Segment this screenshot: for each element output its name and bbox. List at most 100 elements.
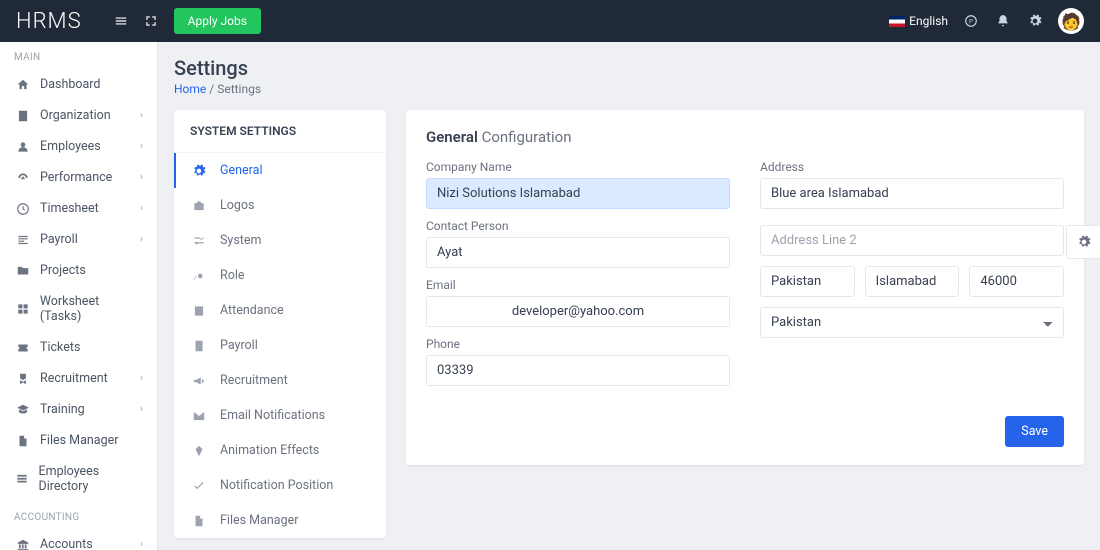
sidebar-item-label: Employees xyxy=(40,139,101,154)
settings-nav-attendance[interactable]: Attendance xyxy=(174,293,386,328)
sidebar-item-files-manager[interactable]: Files Manager xyxy=(0,425,157,456)
chevron-right-icon: › xyxy=(140,373,143,384)
settings-nav-notification-position[interactable]: Notification Position xyxy=(174,468,386,503)
topbar: HRMS Apply Jobs English P 🧑 xyxy=(0,0,1100,42)
settings-nav-label: Logos xyxy=(220,198,254,213)
horn-icon xyxy=(192,374,212,388)
country-select[interactable]: Pakistan xyxy=(760,307,1064,338)
sidebar: MAIN Dashboard Organization › Employees › Per… xyxy=(0,42,158,550)
phone-input[interactable] xyxy=(426,355,730,386)
sidebar-item-dashboard[interactable]: Dashboard xyxy=(0,69,157,100)
company-name-input[interactable] xyxy=(426,178,730,209)
sidebar-item-label: Dashboard xyxy=(40,77,100,92)
sidebar-item-label: Files Manager xyxy=(40,433,118,448)
settings-nav-head: SYSTEM SETTINGS xyxy=(174,110,386,153)
breadcrumb-current: Settings xyxy=(217,82,261,96)
ticket-icon xyxy=(14,341,32,355)
settings-nav-label: Notification Position xyxy=(220,478,333,493)
language-selector[interactable]: English xyxy=(889,14,948,28)
avatar[interactable]: 🧑 xyxy=(1058,8,1084,34)
settings-nav-general[interactable]: General xyxy=(174,153,386,188)
address-input[interactable] xyxy=(760,178,1064,209)
settings-nav-logos[interactable]: Logos xyxy=(174,188,386,223)
gauge-icon xyxy=(14,171,32,185)
gear-icon xyxy=(192,164,212,178)
chevron-right-icon: › xyxy=(140,110,143,121)
sliders-icon xyxy=(192,234,212,248)
settings-nav-label: System xyxy=(220,233,261,248)
chevron-right-icon: › xyxy=(140,404,143,415)
apply-jobs-button[interactable]: Apply Jobs xyxy=(174,8,261,34)
email-input[interactable] xyxy=(426,296,730,327)
file-icon xyxy=(14,434,32,448)
sidebar-item-label: Organization xyxy=(40,108,111,123)
panel-title: General Configuration xyxy=(426,128,1064,146)
sidebar-item-label: Tickets xyxy=(40,340,80,355)
breadcrumb-home[interactable]: Home xyxy=(174,82,206,96)
home-icon xyxy=(14,78,32,92)
bank-icon xyxy=(14,538,32,550)
sidebar-item-payroll[interactable]: Payroll › xyxy=(0,224,157,255)
sidebar-item-training[interactable]: Training› xyxy=(0,394,157,425)
sidebar-item-performance[interactable]: Performance› xyxy=(0,162,157,193)
sidebar-item-label: Accounts xyxy=(40,537,93,550)
building-icon xyxy=(14,109,32,123)
key-icon xyxy=(192,269,212,283)
zip-input[interactable] xyxy=(969,266,1064,297)
bell-icon[interactable] xyxy=(994,12,1012,30)
sidebar-item-organization[interactable]: Organization › xyxy=(0,100,157,131)
sidebar-item-worksheet-tasks-[interactable]: Worksheet (Tasks) xyxy=(0,286,157,332)
floating-settings-icon[interactable] xyxy=(1066,225,1100,259)
sidebar-item-employees[interactable]: Employees › xyxy=(0,131,157,162)
settings-nav-email-notifications[interactable]: Email Notifications xyxy=(174,398,386,433)
help-icon[interactable]: P xyxy=(962,12,980,30)
settings-nav-label: Role xyxy=(220,268,245,283)
settings-nav-label: Payroll xyxy=(220,338,258,353)
settings-nav-label: Email Notifications xyxy=(220,408,325,423)
address2-input[interactable] xyxy=(760,225,1064,256)
settings-nav: SYSTEM SETTINGS General Logos System Role At… xyxy=(174,110,386,538)
badge-icon xyxy=(14,372,32,386)
diamond-icon xyxy=(192,444,212,458)
sidebar-item-recruitment[interactable]: Recruitment› xyxy=(0,363,157,394)
camera-icon xyxy=(192,199,212,213)
sidebar-item-accounts[interactable]: Accounts › xyxy=(0,529,157,550)
sidebar-item-label: Payroll xyxy=(40,232,78,247)
chevron-right-icon: › xyxy=(140,539,143,550)
gear-icon[interactable] xyxy=(1026,12,1044,30)
clock-icon xyxy=(14,202,32,216)
doc-icon xyxy=(192,514,212,528)
contact-person-input[interactable] xyxy=(426,237,730,268)
settings-nav-label: Attendance xyxy=(220,303,284,318)
stack-icon xyxy=(14,472,31,486)
sidebar-item-projects[interactable]: Projects xyxy=(0,255,157,286)
main-content: Settings Home / Settings SYSTEM SETTINGS… xyxy=(158,42,1100,550)
city-input[interactable] xyxy=(865,266,960,297)
sidebar-item-label: Performance xyxy=(40,170,112,185)
brand-logo: HRMS xyxy=(16,9,82,34)
settings-nav-files-manager[interactable]: Files Manager xyxy=(174,503,386,538)
chevron-right-icon: › xyxy=(140,141,143,152)
sidebar-heading-main: MAIN xyxy=(0,42,157,69)
fullscreen-icon[interactable] xyxy=(140,10,162,32)
settings-nav-label: Animation Effects xyxy=(220,443,319,458)
country-input[interactable] xyxy=(760,266,855,297)
save-button[interactable]: Save xyxy=(1005,416,1064,447)
settings-nav-role[interactable]: Role xyxy=(174,258,386,293)
folder-icon xyxy=(14,264,32,278)
chevron-right-icon: › xyxy=(140,234,143,245)
settings-nav-animation-effects[interactable]: Animation Effects xyxy=(174,433,386,468)
settings-nav-recruitment[interactable]: Recruitment xyxy=(174,363,386,398)
sidebar-item-tickets[interactable]: Tickets xyxy=(0,332,157,363)
menu-toggle-icon[interactable] xyxy=(110,10,132,32)
chevron-right-icon: › xyxy=(140,203,143,214)
breadcrumb: Home / Settings xyxy=(174,82,1084,96)
mail-icon xyxy=(192,409,212,423)
settings-nav-payroll[interactable]: Payroll xyxy=(174,328,386,363)
settings-nav-system[interactable]: System xyxy=(174,223,386,258)
sidebar-item-employees-directory[interactable]: Employees Directory xyxy=(0,456,157,502)
sidebar-item-timesheet[interactable]: Timesheet› xyxy=(0,193,157,224)
grid-icon xyxy=(14,302,32,316)
settings-nav-label: General xyxy=(220,163,263,178)
book-icon xyxy=(192,304,212,318)
